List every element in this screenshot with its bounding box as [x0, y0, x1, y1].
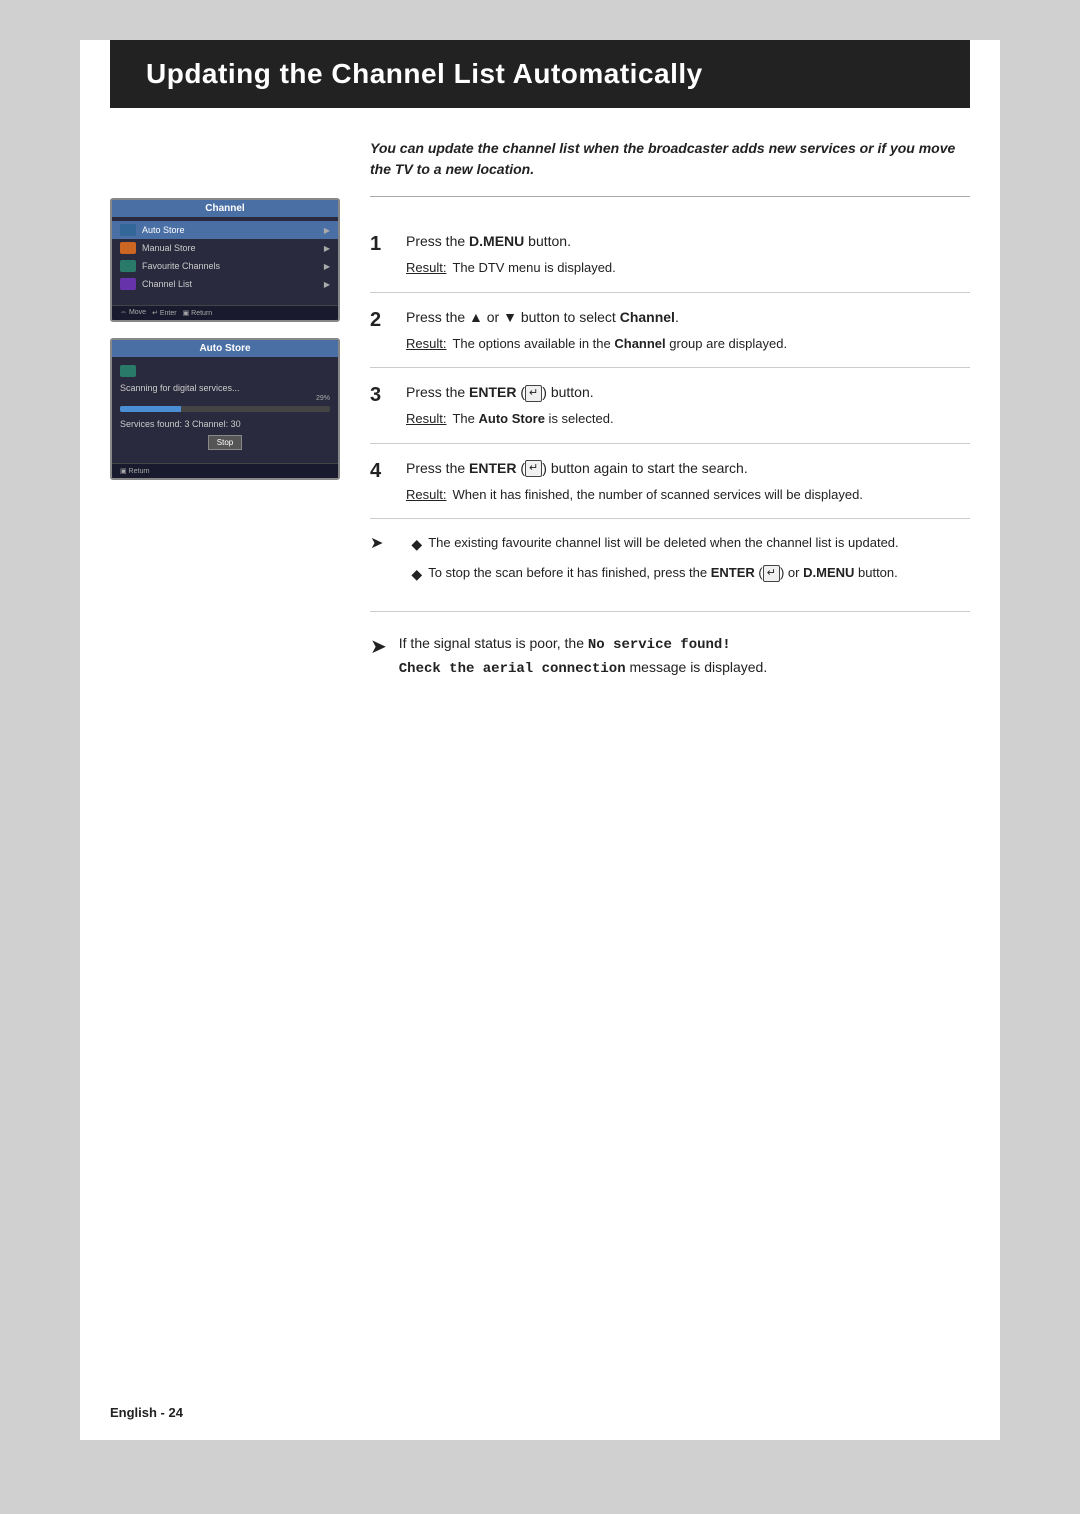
- result-text-1: The DTV menu is displayed.: [452, 258, 615, 278]
- screenshots-column: Channel Auto Store ▶ Manual Store ▶ F: [110, 138, 340, 701]
- step-3-content: Press the ENTER (↵) button. Result: The …: [406, 382, 970, 429]
- warning-text: If the signal status is poor, the No ser…: [399, 632, 767, 681]
- channel-menu-screen: Channel Auto Store ▶ Manual Store ▶ F: [110, 198, 340, 322]
- step-number-4: 4: [370, 458, 392, 505]
- step-4-action: Press the ENTER (↵) button again to star…: [406, 458, 970, 479]
- warning-section: ➤ If the signal status is poor, the No s…: [370, 612, 970, 701]
- note-2: ◆ To stop the scan before it has finishe…: [391, 563, 898, 585]
- result-text-2: The options available in the Channel gro…: [452, 334, 787, 354]
- result-text-4: When it has finished, the number of scan…: [452, 485, 862, 505]
- step-3: 3 Press the ENTER (↵) button. Result: Th…: [370, 368, 970, 444]
- result-label-2: Result:: [406, 334, 446, 354]
- enter-symbol-note: ↵: [763, 565, 780, 582]
- content-area: Channel Auto Store ▶ Manual Store ▶ F: [80, 108, 1000, 731]
- step-4-content: Press the ENTER (↵) button again to star…: [406, 458, 970, 505]
- progress-bar: [120, 406, 330, 412]
- intro-paragraph: You can update the channel list when the…: [370, 138, 970, 197]
- menu-icon: [120, 224, 136, 236]
- step-4: 4 Press the ENTER (↵) button again to st…: [370, 444, 970, 520]
- result-label-1: Result:: [406, 258, 446, 278]
- enter-symbol-3: ↵: [525, 385, 542, 402]
- menu-icon: [120, 278, 136, 290]
- step-4-result: Result: When it has finished, the number…: [406, 485, 970, 505]
- title-bar: Updating the Channel List Automatically: [110, 40, 970, 108]
- page-title: Updating the Channel List Automatically: [146, 58, 934, 90]
- step-number-3: 3: [370, 382, 392, 429]
- enter-symbol-4: ↵: [525, 460, 542, 477]
- result-text-3: The Auto Store is selected.: [452, 409, 613, 429]
- warning-arrow-icon: ➤: [370, 634, 387, 659]
- note-1: ◆ The existing favourite channel list wi…: [391, 533, 898, 555]
- step-1: 1 Press the D.MENU button. Result: The D…: [370, 217, 970, 293]
- screen2-body: Scanning for digital services... 29% Ser…: [112, 357, 338, 463]
- menu-icon: [120, 260, 136, 272]
- services-found-text: Services found: 3 Channel: 30: [112, 416, 338, 432]
- notes-section: ➤ ◆ The existing favourite channel list …: [370, 519, 970, 612]
- scanning-text: Scanning for digital services...: [112, 381, 338, 395]
- step-2: 2 Press the ▲ or ▼ button to select Chan…: [370, 293, 970, 369]
- stop-button: Stop: [208, 435, 242, 450]
- menu-item-channel-list: Channel List ▶: [112, 275, 338, 293]
- screen1-body: Auto Store ▶ Manual Store ▶ Favourite Ch…: [112, 217, 338, 305]
- step-number-2: 2: [370, 307, 392, 354]
- progress-fill: [120, 406, 181, 412]
- step-number-1: 1: [370, 231, 392, 278]
- auto-store-screen: Auto Store Scanning for digital services…: [110, 338, 340, 480]
- step-3-result: Result: The Auto Store is selected.: [406, 409, 970, 429]
- step-2-result: Result: The options available in the Cha…: [406, 334, 970, 354]
- step-1-action: Press the D.MENU button.: [406, 231, 970, 252]
- notes-arrow-icon: ➤: [370, 533, 383, 553]
- page-number: English - 24: [110, 1405, 183, 1420]
- screen2-footer: ▣ Return: [112, 463, 338, 478]
- progress-label: 29%: [112, 395, 338, 402]
- menu-icon: [120, 242, 136, 254]
- page-footer: English - 24: [110, 1405, 183, 1420]
- step-3-action: Press the ENTER (↵) button.: [406, 382, 970, 403]
- steps-list: 1 Press the D.MENU button. Result: The D…: [370, 217, 970, 519]
- screen2-icon: [120, 365, 136, 377]
- screen1-footer: ⇔ Move ↵ Enter ▣ Return: [112, 305, 338, 320]
- notes-arrow-row: ➤ ◆ The existing favourite channel list …: [370, 533, 970, 593]
- step-1-content: Press the D.MENU button. Result: The DTV…: [406, 231, 970, 278]
- result-label-4: Result:: [406, 485, 446, 505]
- screen2-title: Auto Store: [112, 340, 338, 357]
- result-label-3: Result:: [406, 409, 446, 429]
- step-1-result: Result: The DTV menu is displayed.: [406, 258, 970, 278]
- menu-item-auto-store: Auto Store ▶: [112, 221, 338, 239]
- step-2-action: Press the ▲ or ▼ button to select Channe…: [406, 307, 970, 328]
- step-2-content: Press the ▲ or ▼ button to select Channe…: [406, 307, 970, 354]
- screen1-title: Channel: [112, 200, 338, 217]
- menu-item-favourite-channels: Favourite Channels ▶: [112, 257, 338, 275]
- menu-item-manual-store: Manual Store ▶: [112, 239, 338, 257]
- page: Updating the Channel List Automatically …: [80, 40, 1000, 1440]
- instructions-column: You can update the channel list when the…: [360, 138, 970, 701]
